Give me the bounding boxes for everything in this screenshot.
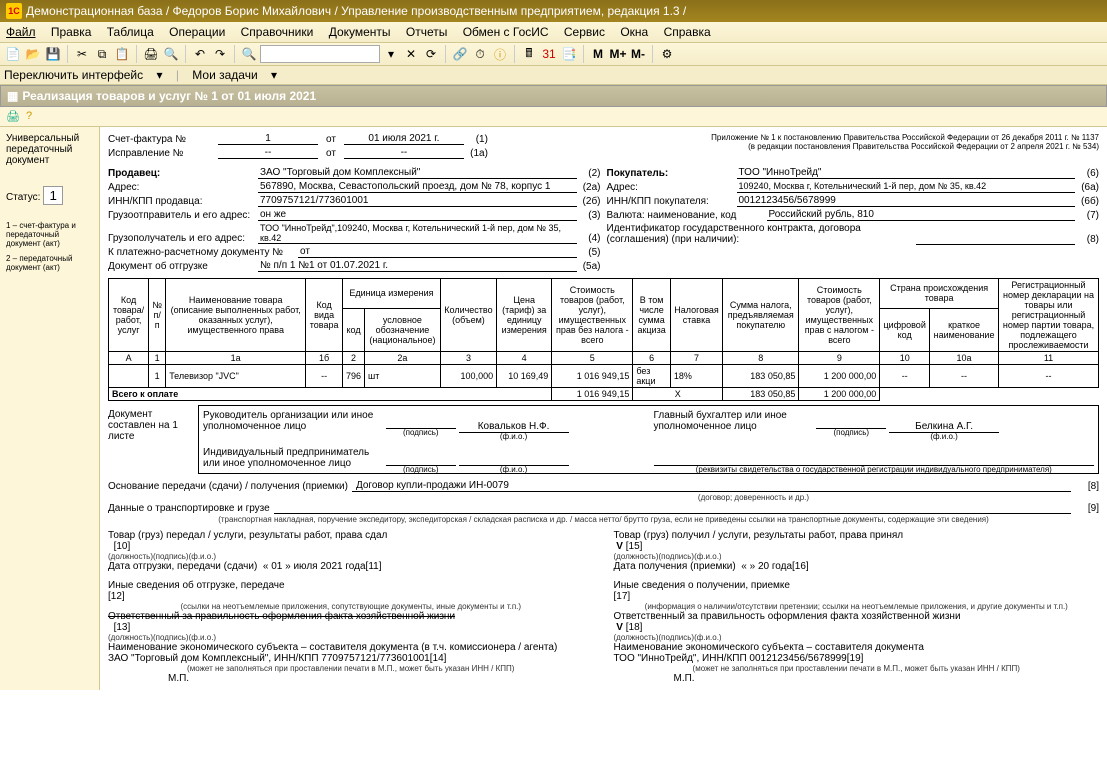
form-icon: ▦ xyxy=(7,89,18,103)
menu-table[interactable]: Таблица xyxy=(107,25,154,39)
redo-icon[interactable]: ↷ xyxy=(211,45,229,63)
switch-interface-tab[interactable]: Переключить интерфейс ▾ xyxy=(4,68,162,82)
print-form-icon[interactable]: 🖨 xyxy=(6,110,20,123)
menu-service[interactable]: Сервис xyxy=(564,25,605,39)
document-body: Счет-фактура № 1 от 01 июля 2021 г. (1) … xyxy=(100,127,1107,690)
m-minus-icon[interactable]: M- xyxy=(629,45,647,63)
menu-reports[interactable]: Отчеты xyxy=(406,25,447,39)
history-icon[interactable]: ⏱ xyxy=(471,45,489,63)
app-logo-icon: 1C xyxy=(6,3,22,19)
help-small-icon[interactable]: ⓘ xyxy=(491,45,509,63)
main-toolbar: 📄 📂 💾 ✂ ⧉ 📋 🖨 🔍 ↶ ↷ 🔍 ▾ ✕ ⟳ 🔗 ⏱ ⓘ 🖩 31 📑… xyxy=(0,43,1107,66)
total-row: Всего к оплате 1 016 949,15X 183 050,851… xyxy=(109,388,1099,401)
clear-icon[interactable]: ✕ xyxy=(402,45,420,63)
copy-icon[interactable]: ⧉ xyxy=(93,45,111,63)
left-col-title: Товар (груз) передал / услуги, результат… xyxy=(108,530,594,541)
my-tasks-tab[interactable]: Мои задачи ▾ xyxy=(192,68,277,82)
tabs-bar: Переключить интерфейс ▾ | Мои задачи ▾ xyxy=(0,66,1107,85)
main-menu: Файл Правка Таблица Операции Справочники… xyxy=(0,22,1107,43)
status-label: Статус: xyxy=(6,192,40,203)
sf-no: 1 xyxy=(218,133,318,145)
form-title: Реализация товаров и услуг № 1 от 01 июл… xyxy=(22,89,316,103)
menu-help[interactable]: Справка xyxy=(664,25,711,39)
menu-edit[interactable]: Правка xyxy=(51,25,92,39)
app-titlebar: 1C Демонстрационная база / Федоров Борис… xyxy=(0,0,1107,22)
status-input[interactable] xyxy=(43,186,63,205)
calc-icon[interactable]: 🖩 xyxy=(520,45,538,63)
dropdown-icon[interactable]: ▾ xyxy=(382,45,400,63)
form-toolbar: 🖨 ? xyxy=(0,107,1107,127)
menu-operations[interactable]: Операции xyxy=(169,25,225,39)
new-icon[interactable]: 📄 xyxy=(4,45,22,63)
settings-icon[interactable]: ⚙ xyxy=(658,45,676,63)
preview-icon[interactable]: 🔍 xyxy=(162,45,180,63)
appendix-1: Приложение № 1 к постановлению Правитель… xyxy=(604,133,1100,142)
status-note-1: 1 – счет-фактура и передаточный документ… xyxy=(6,221,93,248)
print-icon[interactable]: 🖨 xyxy=(142,45,160,63)
m-icon[interactable]: M xyxy=(589,45,607,63)
cut-icon[interactable]: ✂ xyxy=(73,45,91,63)
calendar-icon[interactable]: 31 xyxy=(540,45,558,63)
link-icon[interactable]: 🔗 xyxy=(451,45,469,63)
menu-gosis[interactable]: Обмен с ГосИС xyxy=(463,25,549,39)
help-icon[interactable]: ? xyxy=(26,110,32,123)
appendix-2: (в редакции постановления Правительства … xyxy=(604,142,1100,151)
search-input[interactable] xyxy=(260,45,380,63)
goods-table: Код товара/ работ, услуг № п/п Наименова… xyxy=(108,278,1099,401)
seller-inn: 7709757121/773601001 xyxy=(258,195,577,207)
table-row: 1Телевизор "JVC"-- 796шт100,00010 169,49… xyxy=(109,365,1099,388)
menu-directories[interactable]: Справочники xyxy=(241,25,314,39)
doc-pages-lbl: Документ составлен на 1 листе xyxy=(108,405,198,474)
m-plus-icon[interactable]: M+ xyxy=(609,45,627,63)
open-icon[interactable]: 📂 xyxy=(24,45,42,63)
menu-file[interactable]: Файл xyxy=(6,25,36,39)
isp-lbl: Исправление № xyxy=(108,148,218,159)
task-icon[interactable]: 📑 xyxy=(560,45,578,63)
buyer-val: ТОО "ИнноТрейд" xyxy=(737,167,1076,179)
menu-documents[interactable]: Документы xyxy=(329,25,391,39)
zoom-icon[interactable]: 🔍 xyxy=(240,45,258,63)
right-col-title: Товар (груз) получил / услуги, результат… xyxy=(614,530,1100,541)
menu-windows[interactable]: Окна xyxy=(620,25,648,39)
save-icon[interactable]: 💾 xyxy=(44,45,62,63)
seller-val: ЗАО "Торговый дом Комплексный" xyxy=(258,167,577,179)
col-number-row: А11а1б 22а34 5678 91010а11 xyxy=(109,352,1099,365)
status-note-2: 2 – передаточный документ (акт) xyxy=(6,254,93,272)
form-title-bar: ▦ Реализация товаров и услуг № 1 от 01 и… xyxy=(0,85,1107,107)
seller-addr: 567890, Москва, Севастопольский проезд, … xyxy=(258,181,577,193)
paste-icon[interactable]: 📋 xyxy=(113,45,131,63)
undo-icon[interactable]: ↶ xyxy=(191,45,209,63)
sf-lbl: Счет-фактура № xyxy=(108,134,218,145)
app-title: Демонстрационная база / Федоров Борис Ми… xyxy=(26,4,686,18)
left-panel: Универсальный передаточный документ Стат… xyxy=(0,127,100,690)
refresh-icon[interactable]: ⟳ xyxy=(422,45,440,63)
sf-date: 01 июля 2021 г. xyxy=(344,133,464,145)
upd-title: Универсальный передаточный документ xyxy=(6,133,93,166)
